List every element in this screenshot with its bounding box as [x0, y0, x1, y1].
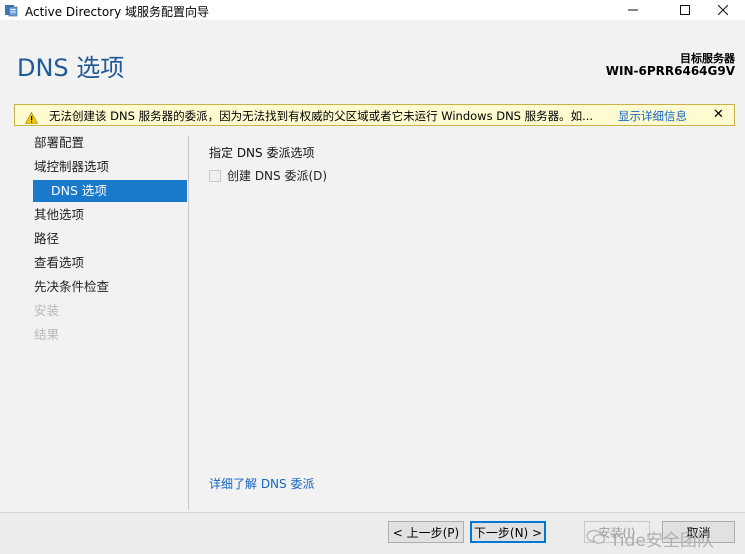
warning-icon	[24, 109, 39, 128]
nav-item-additional-options[interactable]: 其他选项	[34, 204, 84, 226]
nav-item-paths[interactable]: 路径	[34, 228, 59, 250]
nav-divider	[188, 136, 189, 510]
nav-item-installation: 安装	[34, 303, 60, 318]
wizard-dialog: DNS 选项 目标服务器 WIN-6PRR6464G9V 无法创建该 DNS 服…	[0, 20, 745, 554]
create-dns-delegation-label: 创建 DNS 委派(D)	[227, 169, 328, 183]
warning-banner: 无法创建该 DNS 服务器的委派，因为无法找到有权威的父区域或者它未运行 Win…	[14, 104, 735, 126]
nav-item-deployment-config[interactable]: 部署配置	[34, 132, 84, 154]
nav-item-review-options[interactable]: 查看选项	[34, 252, 84, 274]
dismiss-warning-icon[interactable]: ✕	[713, 107, 724, 122]
close-button[interactable]	[700, 0, 745, 20]
learn-more-dns-delegation-link[interactable]: 详细了解 DNS 委派	[209, 475, 314, 492]
nav-item-dc-options[interactable]: 域控制器选项	[34, 156, 109, 178]
section-heading: 指定 DNS 委派选项	[209, 146, 315, 160]
create-dns-delegation-option[interactable]: 创建 DNS 委派(D)	[209, 167, 327, 184]
nav-item-results: 结果	[34, 327, 60, 342]
watermark-text: Tide安全团队	[610, 531, 714, 551]
wechat-icon	[586, 529, 606, 549]
page-title: DNS 选项	[17, 54, 125, 82]
create-dns-delegation-checkbox[interactable]	[209, 169, 221, 182]
nav-item-prerequisites-check[interactable]: 先决条件检查	[34, 276, 109, 298]
watermark: Tide安全团队	[586, 526, 714, 551]
target-server-name: WIN-6PRR6464G9V	[605, 64, 735, 78]
title-bar: Active Directory 域服务配置向导	[0, 0, 745, 20]
show-details-link[interactable]: 显示详细信息	[618, 108, 687, 124]
warning-message: 无法创建该 DNS 服务器的委派，因为无法找到有权威的父区域或者它未运行 Win…	[49, 109, 594, 123]
next-button[interactable]: 下一步(N) >	[470, 521, 546, 543]
window-title: Active Directory 域服务配置向导	[25, 5, 210, 19]
nav-item-dns-options[interactable]: DNS 选项	[33, 180, 187, 202]
wizard-footer: < 上一步(P) 下一步(N) > 安装(I) 取消 Tide安全团队	[0, 512, 745, 554]
server-manager-icon	[4, 2, 18, 17]
previous-button[interactable]: < 上一步(P)	[388, 521, 464, 543]
minimize-button[interactable]	[610, 0, 656, 20]
